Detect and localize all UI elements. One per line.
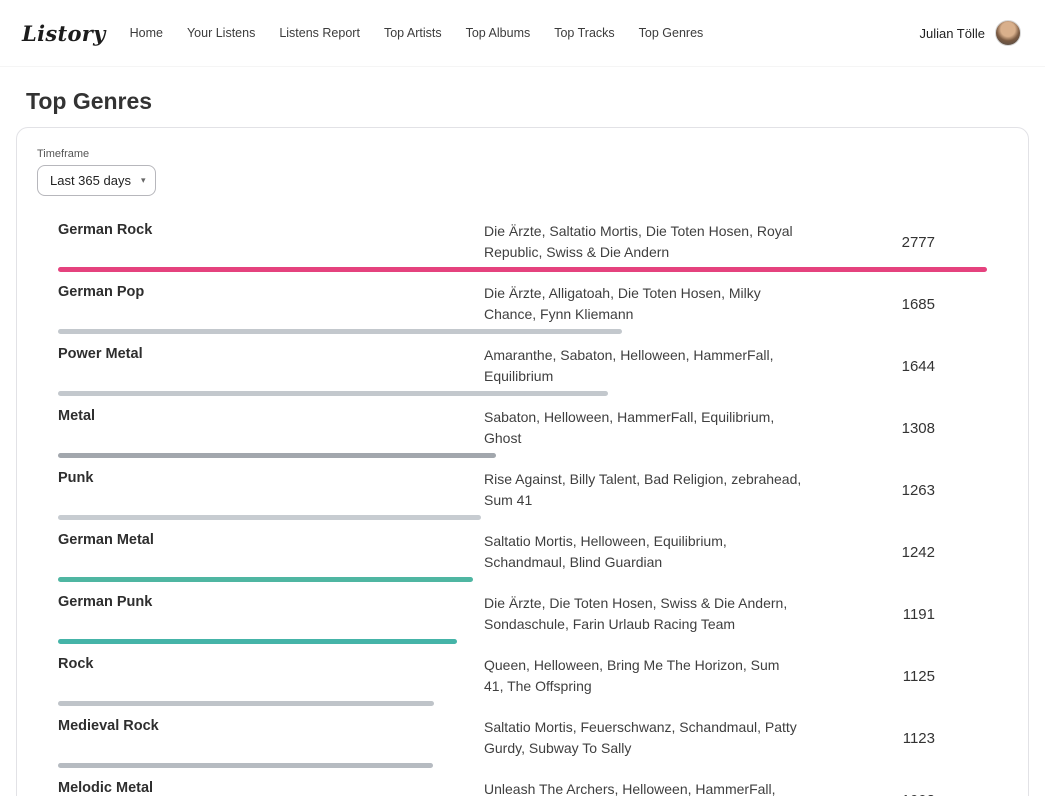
genre-name: Punk [58, 469, 484, 511]
app-window: Listory Home Your Listens Listens Report To… [0, 0, 1045, 796]
genre-row: Power MetalAmaranthe, Sabaton, Helloween… [58, 338, 987, 400]
top-genres-card: Timeframe Last 365 days ▾ German RockDie… [16, 127, 1029, 796]
genre-artists: Sabaton, Helloween, HammerFall, Equilibr… [484, 407, 802, 449]
nav-item-top-tracks[interactable]: Top Tracks [554, 26, 614, 40]
genre-name: Medieval Rock [58, 717, 484, 759]
user-name: Julian Tölle [919, 26, 985, 41]
genre-artists: Die Ärzte, Alligatoah, Die Toten Hosen, … [484, 283, 802, 325]
nav-item-top-genres[interactable]: Top Genres [639, 26, 704, 40]
genre-name: German Rock [58, 221, 484, 263]
genre-progress-bar [58, 267, 987, 272]
genre-count: 1191 [802, 606, 987, 623]
genre-row: RockQueen, Helloween, Bring Me The Horiz… [58, 648, 987, 710]
genre-artists: Unleash The Archers, Helloween, HammerFa… [484, 779, 802, 796]
timeframe-select[interactable]: Last 365 days ▾ [37, 165, 156, 196]
genre-artists: Amaranthe, Sabaton, Helloween, HammerFal… [484, 345, 802, 387]
genre-count: 1263 [802, 482, 987, 499]
genre-name: Metal [58, 407, 484, 449]
timeframe-value: Last 365 days [50, 173, 131, 188]
page-title: Top Genres [26, 88, 1045, 115]
genre-progress-bar [58, 639, 987, 644]
genre-row: MetalSabaton, Helloween, HammerFall, Equ… [58, 400, 987, 462]
genre-name: Rock [58, 655, 484, 697]
genre-name: German Pop [58, 283, 484, 325]
genre-progress-bar [58, 453, 987, 458]
timeframe-control: Timeframe Last 365 days ▾ [37, 148, 1008, 196]
genre-progress-bar [58, 391, 987, 396]
genre-count: 1685 [802, 296, 987, 313]
genre-artists: Saltatio Mortis, Helloween, Equilibrium,… [484, 531, 802, 573]
user-avatar[interactable] [995, 20, 1021, 46]
genre-name: Melodic Metal [58, 779, 484, 796]
genre-row: Melodic MetalUnleash The Archers, Hellow… [58, 772, 987, 796]
genre-row: German RockDie Ärzte, Saltatio Mortis, D… [58, 214, 987, 276]
genre-row: PunkRise Against, Billy Talent, Bad Reli… [58, 462, 987, 524]
genre-row: German MetalSaltatio Mortis, Helloween, … [58, 524, 987, 586]
user-menu[interactable]: Julian Tölle [919, 20, 1021, 46]
genre-row: German PopDie Ärzte, Alligatoah, Die Tot… [58, 276, 987, 338]
genre-artists: Saltatio Mortis, Feuerschwanz, Schandmau… [484, 717, 802, 759]
genre-count: 1644 [802, 358, 987, 375]
genre-count: 1002 [802, 792, 987, 796]
chevron-down-icon: ▾ [141, 176, 146, 185]
genre-count: 2777 [802, 234, 987, 251]
app-logo[interactable]: Listory [22, 21, 106, 46]
genre-progress-bar [58, 701, 987, 706]
genre-progress-bar [58, 577, 987, 582]
genre-count: 1242 [802, 544, 987, 561]
genre-artists: Queen, Helloween, Bring Me The Horizon, … [484, 655, 802, 697]
genre-artists: Die Ärzte, Die Toten Hosen, Swiss & Die … [484, 593, 802, 635]
genre-count: 1308 [802, 420, 987, 437]
main-content: Top Genres Timeframe Last 365 days ▾ Ger… [0, 88, 1045, 796]
genre-list: German RockDie Ärzte, Saltatio Mortis, D… [58, 214, 987, 796]
timeframe-label: Timeframe [37, 148, 1008, 160]
genre-progress-bar [58, 515, 987, 520]
main-nav: Home Your Listens Listens Report Top Artist… [130, 26, 704, 40]
top-nav-bar: Listory Home Your Listens Listens Report To… [0, 0, 1045, 66]
nav-item-top-albums[interactable]: Top Albums [466, 26, 531, 40]
genre-count: 1123 [802, 730, 987, 747]
genre-progress-bar [58, 763, 987, 768]
nav-item-your-listens[interactable]: Your Listens [187, 26, 255, 40]
genre-artists: Die Ärzte, Saltatio Mortis, Die Toten Ho… [484, 221, 802, 263]
nav-item-home[interactable]: Home [130, 26, 163, 40]
genre-count: 1125 [802, 668, 987, 685]
nav-item-top-artists[interactable]: Top Artists [384, 26, 442, 40]
genre-name: German Punk [58, 593, 484, 635]
genre-progress-bar [58, 329, 987, 334]
genre-name: Power Metal [58, 345, 484, 387]
genre-name: German Metal [58, 531, 484, 573]
genre-artists: Rise Against, Billy Talent, Bad Religion… [484, 469, 802, 511]
genre-row: German PunkDie Ärzte, Die Toten Hosen, S… [58, 586, 987, 648]
nav-item-listens-report[interactable]: Listens Report [279, 26, 360, 40]
genre-row: Medieval RockSaltatio Mortis, Feuerschwa… [58, 710, 987, 772]
